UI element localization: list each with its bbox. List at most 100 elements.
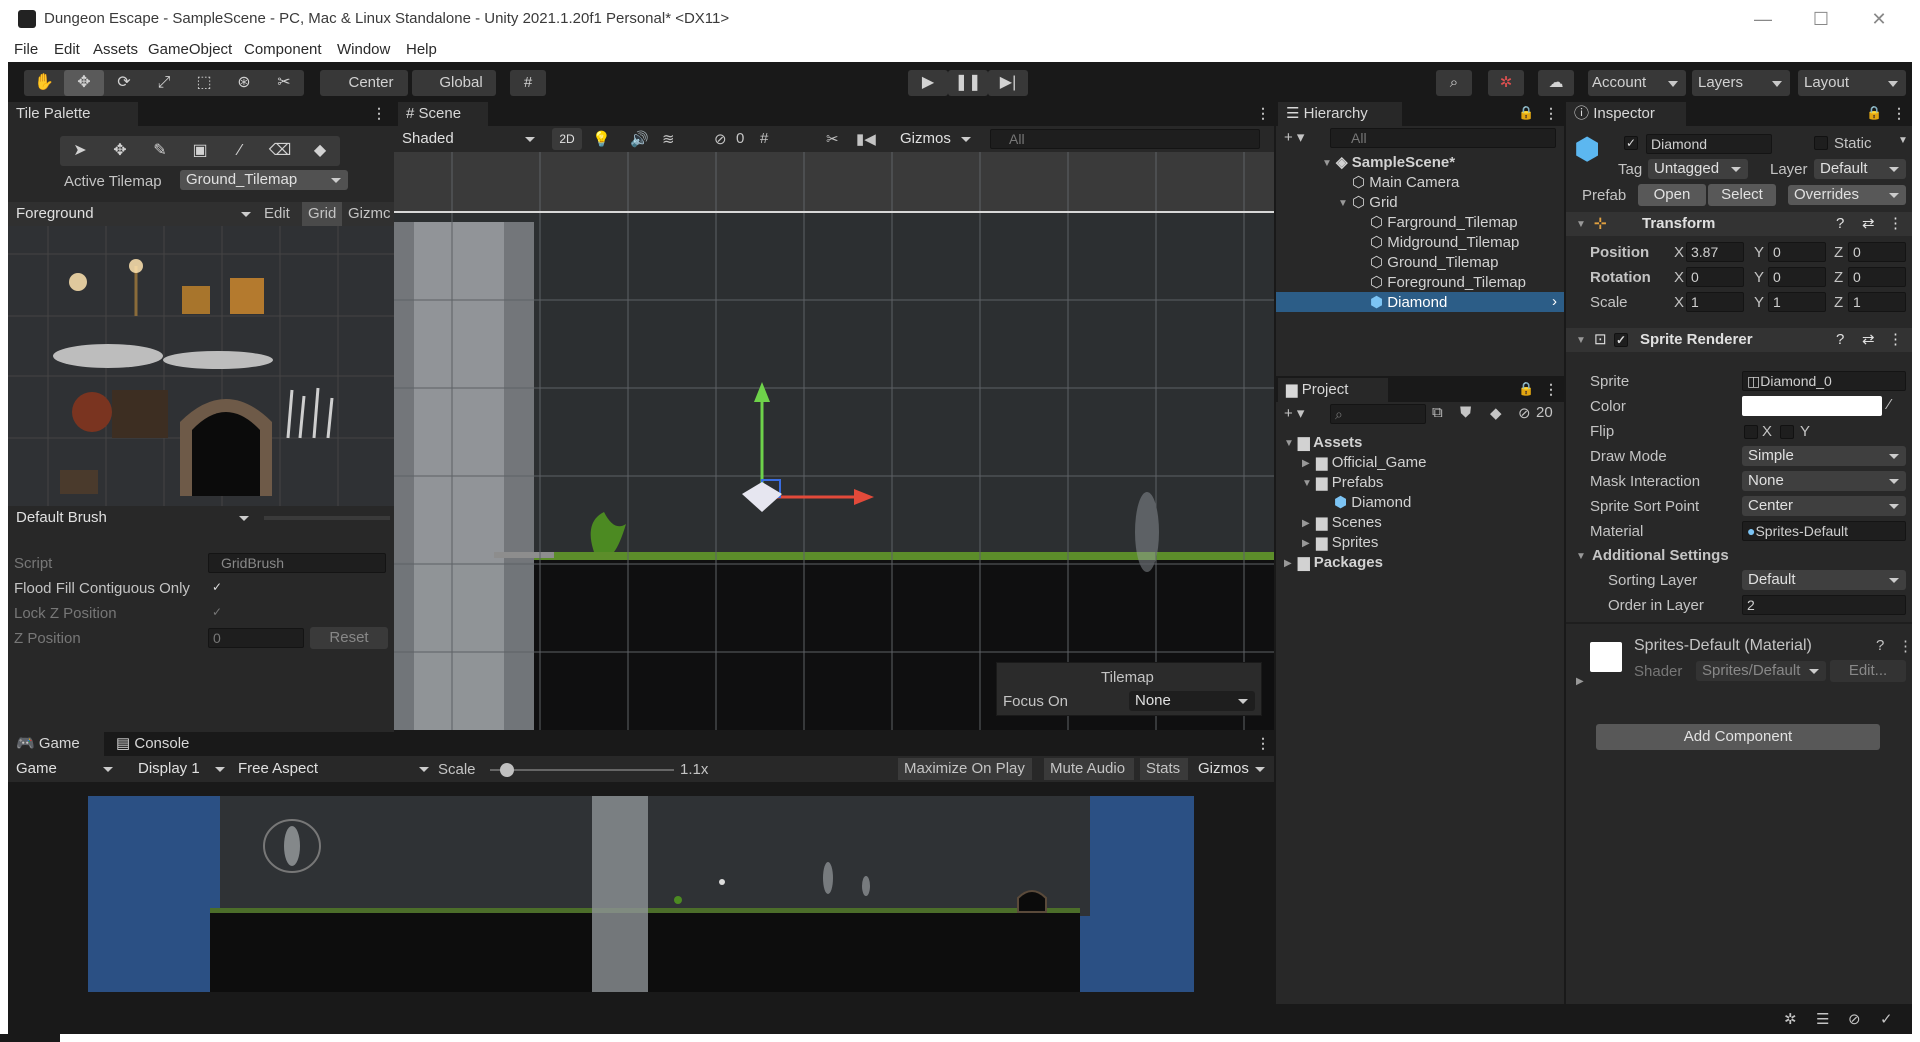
grid-snap-button[interactable]: # [510,70,546,96]
expand-material-icon[interactable]: ▶ [1576,676,1584,687]
more-icon[interactable]: ⋮ [1256,735,1270,752]
hidden-objects-icon[interactable]: ⊘ [714,130,727,148]
minimize-button[interactable]: — [1740,4,1786,34]
expand-official-icon[interactable]: ▶ [1302,458,1310,469]
2d-toggle[interactable]: 2D [552,128,582,150]
palette-grid[interactable] [8,226,394,506]
pivot-toggle[interactable]: Center [320,70,408,96]
sprite-sort-point-dropdown[interactable]: Center [1742,496,1906,516]
expand-sprites-icon[interactable]: ▶ [1302,538,1310,549]
tab-tile-palette[interactable]: Tile Palette [8,102,138,126]
tag-dropdown[interactable]: Untagged [1648,159,1748,179]
hierarchy-item-farground[interactable]: ⬡ Farground_Tilemap [1370,213,1518,231]
flip-x-checkbox[interactable] [1744,425,1758,439]
scene-canvas[interactable] [394,152,1274,730]
palette-gizmos-button[interactable]: Gizmc [348,205,391,222]
position-y-field[interactable]: 0 [1768,242,1826,262]
hierarchy-item-midground[interactable]: ⬡ Midground_Tilemap [1370,233,1519,251]
rect-tool-icon[interactable]: ⬚ [184,70,224,96]
layer-dropdown[interactable]: Default [1814,159,1906,179]
draw-mode-dropdown[interactable]: Simple [1742,446,1906,466]
menu-window[interactable]: Window [337,41,390,58]
expand-scenes-icon[interactable]: ▶ [1302,518,1310,529]
space-toggle[interactable]: Global [412,70,496,96]
project-item-official-game[interactable]: ▆ Official_Game [1316,453,1426,471]
help-icon[interactable]: ? [1876,637,1884,654]
pause-icon[interactable]: ❚❚ [948,70,988,96]
lighting-icon[interactable]: 💡 [592,130,611,148]
prefab-select-button[interactable]: Select [1708,184,1776,206]
scale-tool-icon[interactable]: ⤢ [144,70,184,96]
cache-icon[interactable]: ⊘ [1848,1010,1861,1028]
tab-project[interactable]: ▆ Project [1278,378,1388,402]
preset-icon[interactable]: ⇄ [1862,212,1875,236]
scale-slider-track[interactable] [490,769,674,771]
layers-dropdown[interactable]: Layers [1692,70,1790,96]
menu-gameobject[interactable]: GameObject [148,41,232,58]
menu-assets[interactable]: Assets [93,41,138,58]
name-field[interactable]: Diamond [1646,134,1772,154]
project-item-prefabs[interactable]: ▆ Prefabs [1316,473,1383,491]
transform-tool-icon[interactable]: ⊛ [224,70,264,96]
active-tilemap-dropdown[interactable]: Ground_Tilemap [180,170,348,190]
aspect-dropdown[interactable]: Free Aspect [232,759,436,779]
maximize-button[interactable]: ☐ [1798,4,1844,34]
project-item-scenes[interactable]: ▆ Scenes [1316,513,1382,531]
project-search-input[interactable]: ⌕ [1330,404,1426,424]
transform-header[interactable]: ▼ ⊹ Transform ? ⇄ ⋮ [1566,212,1912,236]
palette-grid-toggle[interactable]: Grid [302,202,342,226]
select-tool-icon[interactable]: ➤ [60,138,100,164]
more-icon[interactable]: ⋮ [1888,328,1903,352]
lock-icon[interactable]: 🔒 [1518,381,1534,397]
hierarchy-item-grid[interactable]: ⬡ Grid [1352,193,1398,211]
move-tool-icon[interactable]: ✥ [64,70,104,96]
collab-icon[interactable]: ✲ [1488,70,1524,96]
expand-prefabs-icon[interactable]: ▼ [1302,478,1312,489]
rotate-tool-icon[interactable]: ⟳ [104,70,144,96]
search-by-type-icon[interactable]: ⧉ [1432,404,1443,421]
close-button[interactable]: ✕ [1856,4,1902,34]
rotation-x-field[interactable]: 0 [1686,267,1744,287]
z-position-field[interactable]: 0 [208,628,304,648]
game-view-dropdown[interactable]: Game [10,759,120,779]
tab-hierarchy[interactable]: ☰ Hierarchy [1278,102,1402,126]
expand-assets-icon[interactable]: ▼ [1284,438,1294,449]
palette-dropdown[interactable]: Foreground [10,204,258,224]
create-button[interactable]: + ▾ [1284,404,1304,422]
menu-edit[interactable]: Edit [54,41,80,58]
focus-on-dropdown[interactable]: None [1129,691,1255,711]
play-icon[interactable]: ▶ [908,70,948,96]
step-icon[interactable]: ▶| [988,70,1028,96]
expand-grid-icon[interactable]: ▼ [1338,198,1348,209]
help-icon[interactable]: ? [1836,328,1844,352]
picker-icon[interactable]: ⁄ [220,138,260,164]
more-icon[interactable]: ⋮ [1892,105,1906,122]
mask-interaction-dropdown[interactable]: None [1742,471,1906,491]
maximize-on-play-toggle[interactable]: Maximize On Play [898,758,1032,780]
eyedropper-icon[interactable]: ⁄ [1888,396,1891,413]
rotation-z-field[interactable]: 0 [1848,267,1906,287]
cloud-icon[interactable]: ☁ [1538,70,1574,96]
search-by-label-icon[interactable]: ⛊ [1460,404,1471,421]
gizmos-dropdown[interactable]: Gizmos [894,129,978,149]
brush-icon[interactable]: ✎ [140,138,180,164]
box-fill-icon[interactable]: ▣ [180,138,220,164]
tab-console[interactable]: ▤ Console [108,732,208,756]
brush-dropdown[interactable]: Default Brush [10,508,256,528]
shader-edit-button[interactable]: Edit... [1830,660,1906,682]
collapse-additional-icon[interactable]: ▼ [1576,551,1586,562]
order-in-layer-field[interactable]: 2 [1742,595,1906,615]
more-icon[interactable]: ⋮ [1256,105,1270,122]
sprite-renderer-enabled-checkbox[interactable]: ✓ [1614,333,1628,347]
menu-component[interactable]: Component [244,41,322,58]
help-icon[interactable]: ? [1836,212,1844,236]
hand-tool-icon[interactable]: ✋ [24,70,64,96]
menu-file[interactable]: File [14,41,38,58]
expand-scene-icon[interactable]: ▼ [1322,158,1332,169]
position-z-field[interactable]: 0 [1848,242,1906,262]
create-button[interactable]: + ▾ [1284,128,1304,146]
hidden-packages-icon[interactable]: ⊘ [1518,404,1531,422]
scale-slider-thumb[interactable] [500,763,514,777]
scale-x-field[interactable]: 1 [1686,292,1744,312]
preset-icon[interactable]: ⇄ [1862,328,1875,352]
